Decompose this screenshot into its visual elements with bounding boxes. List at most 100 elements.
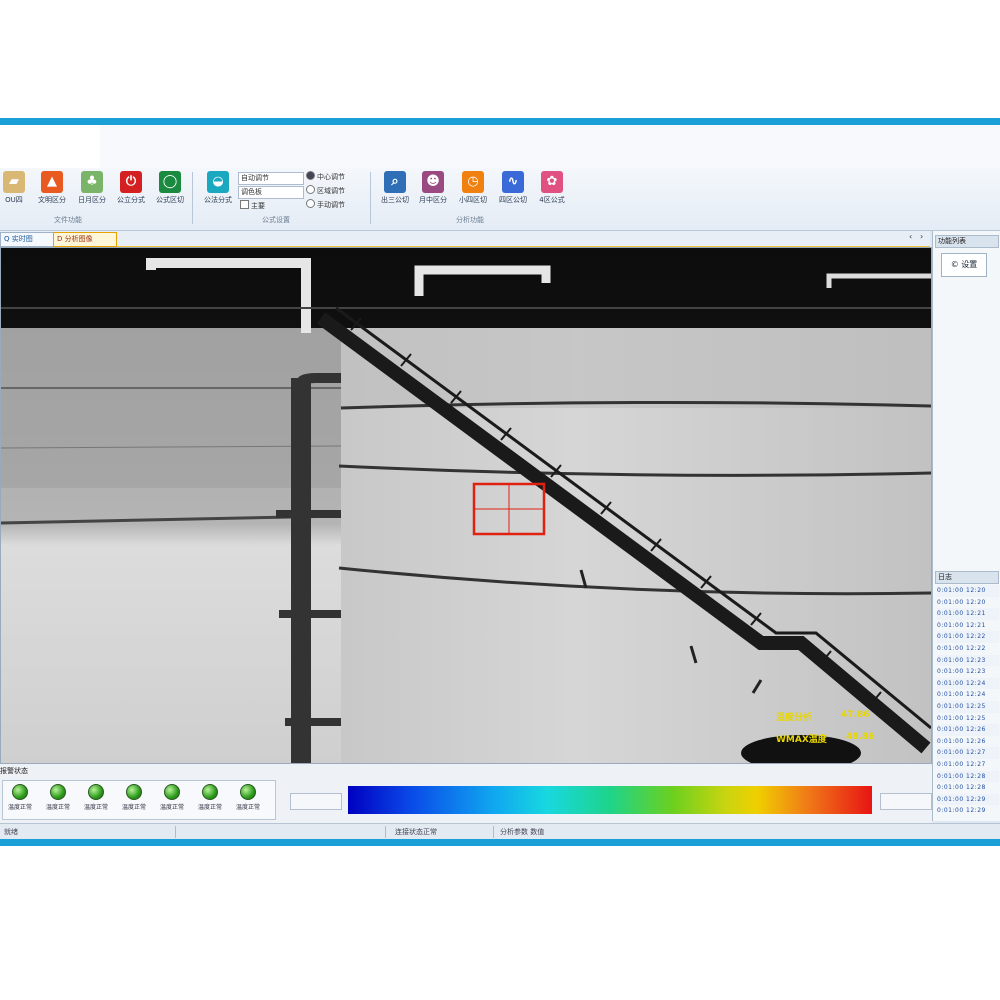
led-icon <box>126 784 142 800</box>
list-item[interactable]: 0:01:00 12:20 <box>937 585 999 597</box>
graph-icon: ✿ <box>541 171 563 193</box>
title-tab <box>0 125 100 168</box>
led-icon <box>240 784 256 800</box>
power-icon: ⏻ <box>120 171 142 193</box>
radio-icon <box>306 185 315 194</box>
list-item[interactable]: 0:01:00 12:22 <box>937 643 999 655</box>
status-divider <box>493 826 494 838</box>
alarm-led[interactable]: 温度正常 <box>155 784 189 813</box>
sidebar-settings-button[interactable]: © 设置 <box>941 253 987 277</box>
status-bar: 就绪 连接状态正常 分析参数 数值 <box>0 823 1000 839</box>
tab-analysis-image[interactable]: D 分析图像 <box>53 232 117 247</box>
alarm-led[interactable]: 温度正常 <box>79 784 113 813</box>
list-item[interactable]: 0:01:00 12:23 <box>937 666 999 678</box>
color-palette-bar <box>348 786 872 814</box>
accent-bar-bottom <box>0 839 1000 846</box>
group-label-setting: 公式设置 <box>262 216 290 224</box>
clock-icon: ◷ <box>462 171 484 193</box>
fire-icon: ▲ <box>41 171 63 193</box>
chat-icon: ◒ <box>207 171 229 193</box>
ribbon-button-power[interactable]: ⏻ 公立分式 <box>111 170 151 212</box>
palette-combo[interactable]: 调色板 <box>238 186 304 199</box>
status-middle: 连接状态正常 <box>395 828 437 836</box>
ribbon-button-chat[interactable]: ◒ 公法分式 <box>198 170 238 212</box>
ribbon-button-clock[interactable]: ◷ 小四区切 <box>453 170 493 212</box>
group-label-file: 文件功能 <box>54 216 82 224</box>
led-icon <box>202 784 218 800</box>
list-item[interactable]: 0:01:00 12:27 <box>937 759 999 771</box>
ribbon-separator <box>370 172 371 224</box>
alarm-led[interactable]: 温度正常 <box>117 784 151 813</box>
main-checkbox[interactable]: 主要 <box>240 200 265 212</box>
list-item[interactable]: 0:01:00 12:28 <box>937 782 999 794</box>
tab-scroll-right-icon[interactable]: › <box>920 232 923 241</box>
list-item[interactable]: 0:01:00 12:29 <box>937 793 999 806</box>
led-icon <box>164 784 180 800</box>
list-item[interactable]: 0:01:00 12:22 <box>937 631 999 643</box>
area-adjust-radio[interactable]: 区域调节 <box>306 185 345 197</box>
list-item[interactable]: 0:01:00 12:23 <box>937 654 999 667</box>
max-temp-box <box>880 793 932 810</box>
center-adjust-radio[interactable]: 中心调节 <box>306 171 345 183</box>
led-icon <box>88 784 104 800</box>
status-divider <box>175 826 176 838</box>
ribbon-button-graph[interactable]: ✿ 4区公式 <box>532 170 572 212</box>
status-right: 分析参数 数值 <box>500 828 545 836</box>
status-left: 就绪 <box>4 828 18 836</box>
list-item[interactable]: 0:01:00 12:25 <box>937 700 999 713</box>
alarm-led[interactable]: 温度正常 <box>231 784 265 813</box>
search-icon: ⌕ <box>384 171 406 193</box>
alarm-led[interactable]: 温度正常 <box>3 784 37 813</box>
sidebar-header-functions: 功能列表 <box>935 235 999 248</box>
app-window: ▰ OU四 ▲ 文明区分 ♣ 日月区分 ⏻ 公立分式 ◯ 公式区切 ◒ 公法分式… <box>0 125 1000 839</box>
tab-live-image[interactable]: Q 实时图 <box>0 232 56 247</box>
tab-scroll-left-icon[interactable]: ‹ <box>909 232 912 241</box>
wave-icon: ∿ <box>502 171 524 193</box>
manual-adjust-radio[interactable]: 手动调节 <box>306 199 345 211</box>
alarm-led[interactable]: 温度正常 <box>41 784 75 813</box>
list-item[interactable]: 0:01:00 12:21 <box>937 620 999 632</box>
list-item[interactable]: 0:01:00 12:24 <box>937 689 999 701</box>
ribbon-button-search[interactable]: ⌕ 出三公切 <box>375 170 415 212</box>
accent-bar-top <box>0 118 1000 125</box>
list-item[interactable]: 0:01:00 12:20 <box>937 597 999 609</box>
list-item[interactable]: 0:01:00 12:24 <box>937 677 999 690</box>
list-item[interactable]: 0:01:00 12:26 <box>937 724 999 736</box>
ribbon-button-user[interactable]: ☻ 月中区分 <box>413 170 453 212</box>
ribbon-button-record[interactable]: ◯ 公式区切 <box>150 170 190 212</box>
log-list[interactable]: 0:01:00 12:20 0:01:00 12:20 0:01:00 12:2… <box>937 585 999 817</box>
alarm-panel: 报警状态 温度正常 温度正常 温度正常 温度正常 温度正常 温度正常 温度正常 <box>0 764 932 824</box>
sidebar-header-log: 日志 <box>935 571 999 584</box>
radio-icon <box>306 171 315 180</box>
radio-icon <box>306 199 315 208</box>
overlay-value-1: 47.86 <box>841 710 870 720</box>
ribbon-button-tree[interactable]: ♣ 日月区分 <box>72 170 112 212</box>
alarm-led[interactable]: 温度正常 <box>193 784 227 813</box>
tree-icon: ♣ <box>81 171 103 193</box>
overlay-value-2: 48.86 <box>846 732 875 742</box>
overlay-label-1: 温度分析 <box>776 713 813 723</box>
ribbon-separator <box>192 172 193 224</box>
ribbon-button-wave[interactable]: ∿ 四区公切 <box>493 170 533 212</box>
auto-adjust-combo[interactable]: 自动调节 <box>238 172 304 185</box>
list-item[interactable]: 0:01:00 12:21 <box>937 608 999 620</box>
title-strip <box>0 125 1000 168</box>
alarm-led-group: 温度正常 温度正常 温度正常 温度正常 温度正常 温度正常 温度正常 <box>2 780 276 820</box>
list-item[interactable]: 0:01:00 12:25 <box>937 713 999 725</box>
list-item[interactable]: 0:01:00 12:28 <box>937 770 999 783</box>
list-item[interactable]: 0:01:00 12:26 <box>937 736 999 748</box>
status-divider <box>385 826 386 838</box>
list-item[interactable]: 0:01:00 12:27 <box>937 747 999 759</box>
checkbox-icon <box>240 200 249 209</box>
ribbon-button-folder[interactable]: ▰ OU四 <box>0 170 34 212</box>
list-item[interactable]: 0:01:00 12:29 <box>937 805 999 817</box>
folder-icon: ▰ <box>3 171 25 193</box>
right-sidebar: 功能列表 © 设置 日志 0:01:00 12:20 0:01:00 12:20… <box>932 231 1000 821</box>
ribbon-button-fire[interactable]: ▲ 文明区分 <box>32 170 72 212</box>
thermal-image <box>1 248 931 763</box>
overlay-label-2: WMAX温度 <box>776 735 827 745</box>
alarm-panel-title: 报警状态 <box>0 767 28 775</box>
thermal-image-viewer[interactable]: 温度分析 47.86 WMAX温度 48.86 <box>0 247 932 764</box>
record-icon: ◯ <box>159 171 181 193</box>
led-icon <box>12 784 28 800</box>
